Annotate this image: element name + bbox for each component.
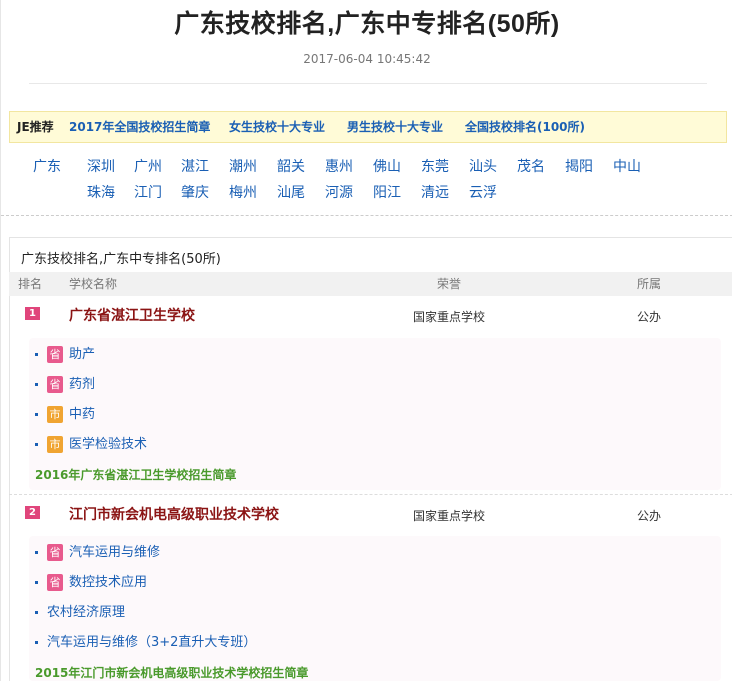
city-link[interactable]: 梅州	[229, 182, 257, 202]
city-link[interactable]: 揭阳	[565, 156, 593, 176]
city-link[interactable]: 河源	[325, 182, 353, 202]
header-school-name: 学校名称	[69, 277, 118, 291]
major-link[interactable]: 中药	[69, 404, 95, 426]
city-link[interactable]: 珠海	[87, 182, 115, 202]
major-item: 市 中药	[29, 404, 721, 426]
bullet-icon	[35, 581, 38, 584]
recommend-link-brochure[interactable]: 2017年全国技校招生简章	[69, 112, 210, 142]
major-link[interactable]: 数控技术应用	[69, 572, 147, 594]
province-level-tag: 省	[47, 574, 63, 591]
school-row: 2 江门市新会机电高级职业技术学校 国家重点学校 公办	[9, 497, 732, 533]
bullet-icon	[35, 641, 38, 644]
city-link[interactable]: 韶关	[277, 156, 305, 176]
header-rank: 排名	[18, 277, 43, 291]
divider	[29, 83, 707, 84]
city-link[interactable]: 东莞	[421, 156, 449, 176]
city-link[interactable]: 清远	[421, 182, 449, 202]
recommend-bar: JE推荐 2017年全国技校招生简章 女生技校十大专业 男生技校十大专业 全国技…	[9, 111, 727, 143]
page-title: 广东技校排名,广东中专排名(50所)	[174, 10, 560, 38]
school-owner: 公办	[637, 509, 662, 523]
school-owner: 公办	[637, 310, 662, 324]
city-link[interactable]: 深圳	[87, 156, 115, 176]
bullet-icon	[35, 611, 38, 614]
city-nav-province[interactable]: 广东	[33, 156, 61, 176]
major-link[interactable]: 汽车运用与维修	[69, 542, 160, 564]
header-honor: 荣誉	[437, 277, 462, 291]
ranking-section-title: 广东技校排名,广东中专排名(50所)	[21, 252, 221, 267]
city-link[interactable]: 江门	[134, 182, 162, 202]
major-link[interactable]: 汽车运用与维修（3+2直升大专班）	[47, 632, 256, 654]
province-level-tag: 省	[47, 544, 63, 561]
major-item: 省 助产	[29, 344, 721, 366]
city-link[interactable]: 茂名	[517, 156, 545, 176]
school-honor: 国家重点学校	[413, 509, 486, 523]
ranking-table-header: 排名 学校名称 荣誉 所属	[9, 272, 732, 296]
school-name-link[interactable]: 江门市新会机电高级职业技术学校	[69, 504, 279, 524]
city-link[interactable]: 阳江	[373, 182, 401, 202]
major-item: 市 医学检验技术	[29, 434, 721, 456]
section-divider	[1, 215, 732, 216]
city-link[interactable]: 汕尾	[277, 182, 305, 202]
row-divider	[9, 494, 732, 495]
rank-badge: 2	[25, 506, 40, 519]
recommend-link-girls-majors[interactable]: 女生技校十大专业	[229, 112, 325, 142]
city-link[interactable]: 潮州	[229, 156, 257, 176]
city-link[interactable]: 中山	[613, 156, 641, 176]
school-honor: 国家重点学校	[413, 310, 486, 324]
city-link[interactable]: 云浮	[469, 182, 497, 202]
major-link[interactable]: 农村经济原理	[47, 602, 125, 624]
rank-badge: 1	[25, 307, 40, 320]
major-item: 省 数控技术应用	[29, 572, 721, 594]
major-item: 农村经济原理	[29, 602, 721, 624]
province-level-tag: 省	[47, 346, 63, 363]
province-level-tag: 省	[47, 376, 63, 393]
school-name-link[interactable]: 广东省湛江卫生学校	[69, 305, 195, 325]
major-link[interactable]: 助产	[69, 344, 95, 366]
school-row: 1 广东省湛江卫生学校 国家重点学校 公办	[9, 298, 732, 334]
major-link[interactable]: 药剂	[69, 374, 95, 396]
bullet-icon	[35, 551, 38, 554]
bullet-icon	[35, 413, 38, 416]
bullet-icon	[35, 443, 38, 446]
major-item: 省 汽车运用与维修	[29, 542, 721, 564]
city-nav: 广东 深圳 广州 湛江 潮州 韶关 惠州 佛山 东莞 汕头 茂名 揭阳 中山 珠…	[1, 150, 732, 210]
city-link[interactable]: 汕头	[469, 156, 497, 176]
bullet-icon	[35, 353, 38, 356]
city-link[interactable]: 佛山	[373, 156, 401, 176]
article-page: 广东技校排名,广东中专排名(50所) 2017-06-04 10:45:42 J…	[0, 0, 732, 681]
city-link[interactable]: 惠州	[325, 156, 353, 176]
major-item: 省 药剂	[29, 374, 721, 396]
major-item: 汽车运用与维修（3+2直升大专班）	[29, 632, 721, 654]
city-link[interactable]: 湛江	[181, 156, 209, 176]
publish-date: 2017-06-04 10:45:42	[303, 52, 431, 66]
bullet-icon	[35, 383, 38, 386]
header-owner: 所属	[637, 277, 662, 291]
city-level-tag: 市	[47, 436, 63, 453]
recommend-link-boys-majors[interactable]: 男生技校十大专业	[347, 112, 443, 142]
brochure-link[interactable]: 2015年江门市新会机电高级职业技术学校招生简章	[35, 664, 308, 681]
recommend-link-national-ranking[interactable]: 全国技校排名(100所)	[465, 112, 585, 142]
majors-list: 省 汽车运用与维修 省 数控技术应用 农村经济原理 汽车运用与维修（3+2直升大…	[29, 536, 721, 681]
city-link[interactable]: 广州	[134, 156, 162, 176]
city-level-tag: 市	[47, 406, 63, 423]
city-link[interactable]: 肇庆	[181, 182, 209, 202]
recommend-label: JE推荐	[17, 120, 54, 134]
brochure-link[interactable]: 2016年广东省湛江卫生学校招生简章	[35, 466, 236, 483]
major-link[interactable]: 医学检验技术	[69, 434, 147, 456]
